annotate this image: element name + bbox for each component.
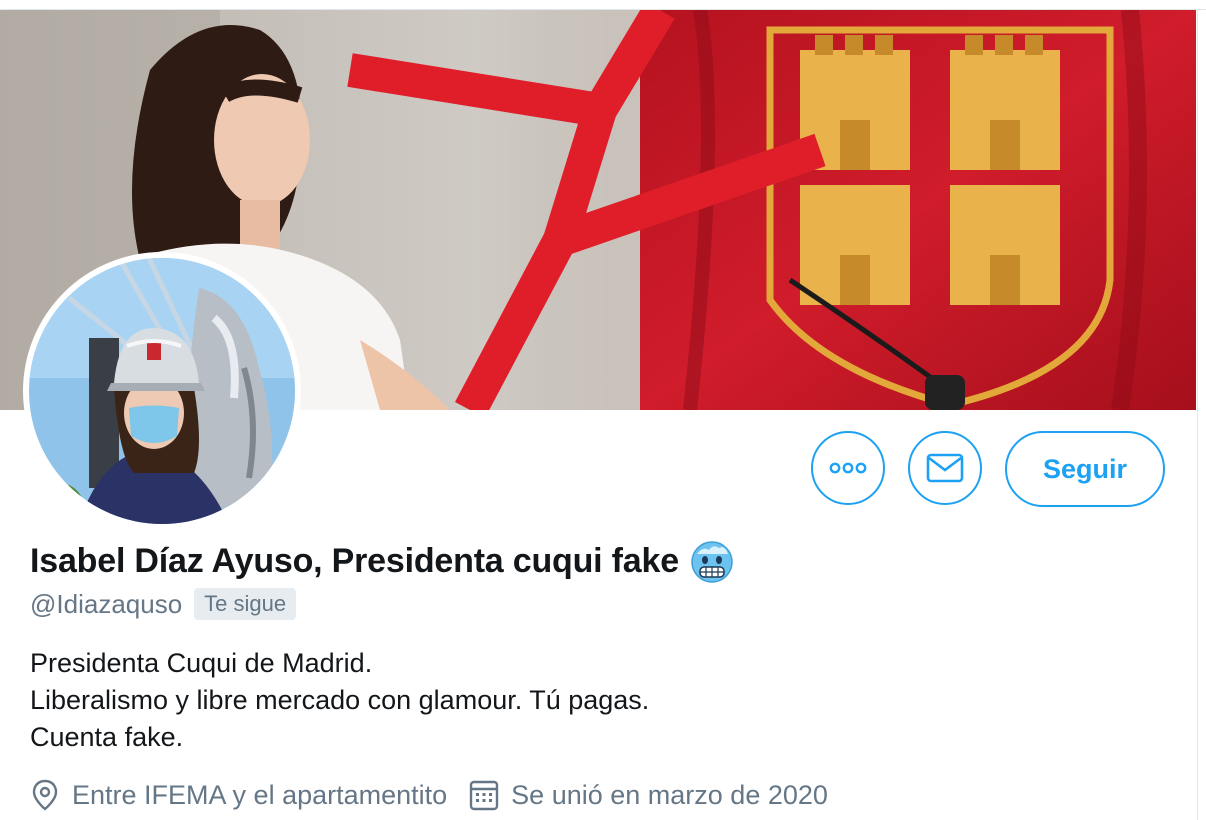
bio-line: Cuenta fake. [30,722,184,752]
profile-meta: Entre IFEMA y el apartamentito Se unió e… [30,779,850,811]
envelope-icon [926,453,964,483]
top-divider [0,0,1206,10]
user-handle: @Idiazaquso [30,588,183,619]
message-button[interactable] [908,431,982,505]
handle-row: @Idiazaquso Te sigue [30,588,297,620]
more-dots-icon [829,462,867,474]
bio-line: Liberalismo y libre mercado con glamour.… [30,685,650,715]
location-text: Entre IFEMA y el apartamentito [72,779,448,810]
display-name-text: Isabel Díaz Ayuso, Presidenta cuqui fake [30,541,679,580]
location-pin-icon [32,779,58,811]
right-divider [1197,10,1198,820]
profile-avatar[interactable] [23,252,301,530]
more-options-button[interactable] [811,431,885,505]
joined-item: Se unió en marzo de 2020 [469,779,828,811]
location-item: Entre IFEMA y el apartamentito [30,779,447,811]
follow-button[interactable]: Seguir [1005,431,1165,507]
joined-date-text: Se unió en marzo de 2020 [511,779,828,810]
display-name: Isabel Díaz Ayuso, Presidenta cuqui fake [30,538,735,584]
follows-you-badge: Te sigue [194,588,297,620]
profile-bio: Presidenta Cuqui de Madrid. Liberalismo … [30,645,649,756]
freezing-face-emoji-icon [689,538,735,584]
profile-page: Seguir Isabel Díaz Ayuso, Presidenta cuq… [0,0,1206,820]
bio-line: Presidenta Cuqui de Madrid. [30,648,373,678]
calendar-icon [469,780,499,811]
